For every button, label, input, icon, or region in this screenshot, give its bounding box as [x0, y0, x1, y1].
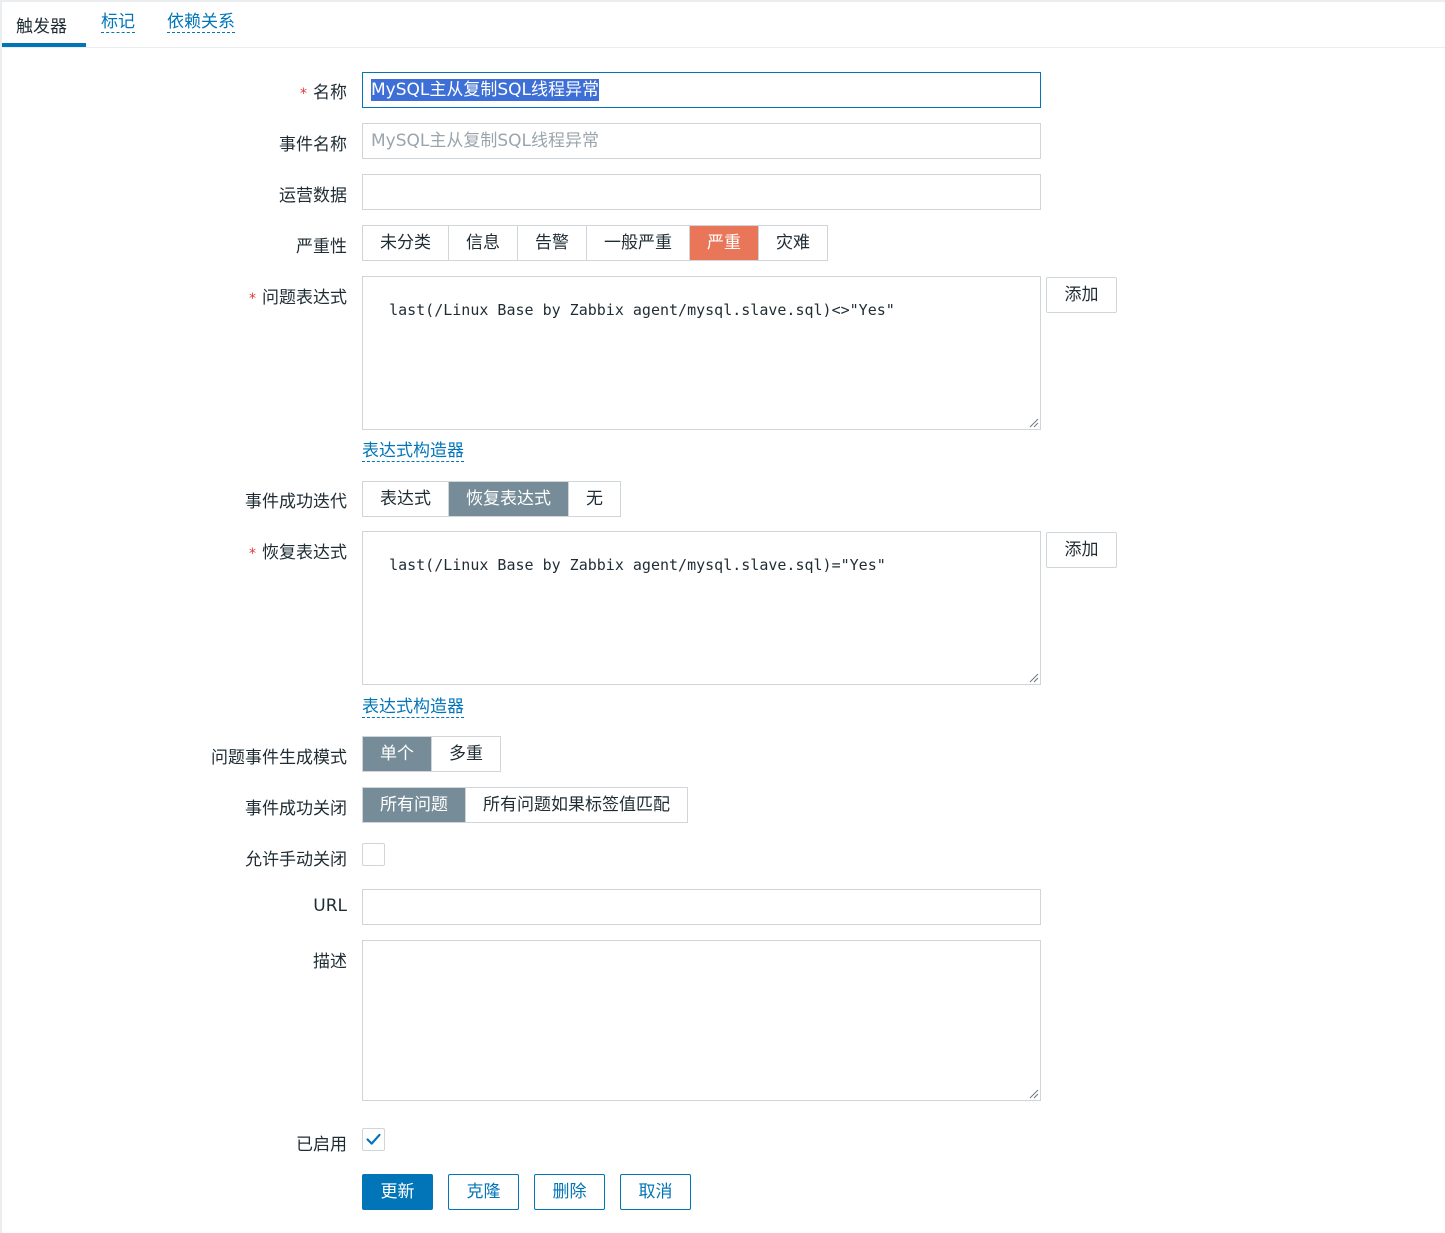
problem-expression-value: last(/Linux Base by Zabbix agent/mysql.s… — [389, 301, 895, 319]
opdata-input[interactable] — [362, 174, 1041, 210]
resize-handle-icon[interactable] — [1027, 671, 1039, 683]
recovery-expression-builder-link[interactable]: 表达式构造器 — [362, 697, 464, 718]
problem-expression-label: * 问题表达式 — [249, 288, 347, 308]
problem-expression-add-button[interactable]: 添加 — [1046, 277, 1117, 313]
ok-close-tag-match[interactable]: 所有问题如果标签值匹配 — [466, 788, 687, 822]
tab-tags[interactable]: 标记 — [101, 12, 135, 33]
problem-mode-selector: 单个 多重 — [362, 736, 501, 772]
opdata-label: 运营数据 — [279, 186, 347, 206]
problem-expression-textarea[interactable]: last(/Linux Base by Zabbix agent/mysql.s… — [362, 276, 1041, 430]
recovery-expression-value: last(/Linux Base by Zabbix agent/mysql.s… — [389, 556, 886, 574]
required-mark: * — [300, 86, 307, 102]
resize-handle-icon[interactable] — [1027, 416, 1039, 428]
severity-warning[interactable]: 告警 — [518, 226, 587, 260]
tab-bar: 触发器 标记 依赖关系 — [0, 0, 1445, 48]
checkmark-icon — [366, 1133, 381, 1145]
url-label: URL — [313, 896, 347, 916]
name-input[interactable]: MySQL主从复制SQL线程异常 — [362, 72, 1041, 108]
ok-event-close-selector: 所有问题 所有问题如果标签值匹配 — [362, 787, 688, 823]
ok-event-expression[interactable]: 表达式 — [363, 482, 449, 516]
recovery-expression-add-button[interactable]: 添加 — [1046, 532, 1117, 568]
active-tab-indicator — [2, 43, 86, 47]
tab-dependencies[interactable]: 依赖关系 — [167, 12, 235, 33]
severity-label: 严重性 — [296, 237, 347, 257]
tab-trigger[interactable]: 触发器 — [16, 12, 67, 37]
ok-close-all-problems[interactable]: 所有问题 — [363, 788, 466, 822]
severity-not-classified[interactable]: 未分类 — [363, 226, 449, 260]
severity-information[interactable]: 信息 — [449, 226, 518, 260]
description-textarea[interactable] — [362, 940, 1041, 1101]
enabled-checkbox[interactable] — [362, 1128, 385, 1151]
severity-high[interactable]: 严重 — [690, 226, 759, 260]
name-label: * 名称 — [300, 83, 347, 103]
resize-handle-icon[interactable] — [1027, 1087, 1039, 1099]
ok-event-close-label: 事件成功关闭 — [245, 799, 347, 819]
recovery-expression-textarea[interactable]: last(/Linux Base by Zabbix agent/mysql.s… — [362, 531, 1041, 685]
description-label: 描述 — [313, 952, 347, 972]
update-button[interactable]: 更新 — [362, 1174, 433, 1210]
url-input[interactable] — [362, 889, 1041, 925]
name-input-value: MySQL主从复制SQL线程异常 — [371, 79, 600, 101]
problem-expression-builder-link[interactable]: 表达式构造器 — [362, 441, 464, 462]
event-name-input[interactable]: MySQL主从复制SQL线程异常 — [362, 123, 1041, 159]
recovery-expression-label: * 恢复表达式 — [249, 543, 347, 563]
severity-disaster[interactable]: 灾难 — [759, 226, 827, 260]
problem-mode-multiple[interactable]: 多重 — [432, 737, 500, 771]
severity-selector: 未分类 信息 告警 一般严重 严重 灾难 — [362, 225, 828, 261]
severity-average[interactable]: 一般严重 — [587, 226, 690, 260]
manual-close-label: 允许手动关闭 — [245, 850, 347, 870]
problem-mode-label: 问题事件生成模式 — [211, 748, 347, 768]
ok-event-none[interactable]: 无 — [569, 482, 620, 516]
cancel-button[interactable]: 取消 — [620, 1174, 691, 1210]
problem-mode-single[interactable]: 单个 — [363, 737, 432, 771]
manual-close-checkbox[interactable] — [362, 843, 385, 866]
ok-event-generation-selector: 表达式 恢复表达式 无 — [362, 481, 621, 517]
event-name-label: 事件名称 — [279, 135, 347, 155]
ok-event-generation-label: 事件成功迭代 — [245, 492, 347, 512]
ok-event-recovery-expression[interactable]: 恢复表达式 — [449, 482, 569, 516]
delete-button[interactable]: 删除 — [534, 1174, 605, 1210]
clone-button[interactable]: 克隆 — [448, 1174, 519, 1210]
enabled-label: 已启用 — [296, 1135, 347, 1155]
